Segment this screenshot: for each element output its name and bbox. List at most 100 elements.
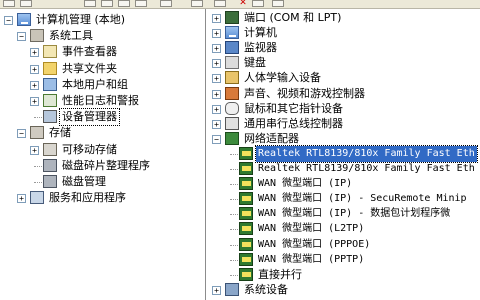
device-wan-ip[interactable]: WAN 微型端口 (IP) xyxy=(206,176,480,192)
expand-icon[interactable]: + xyxy=(212,285,221,295)
tree-item-perf-logs[interactable]: + 性能日志和警报 xyxy=(0,93,205,109)
tree-item-shared-folders[interactable]: + 共享文件夹 xyxy=(0,61,205,77)
tree-item-label: 存储 xyxy=(49,126,71,140)
expand-icon[interactable]: + xyxy=(212,14,221,23)
show-hide-tree-button[interactable] xyxy=(101,0,113,7)
tree-item-removable[interactable]: + 可移动存储 xyxy=(0,142,205,158)
device-nic-1[interactable]: Realtek RTL8139/810x Family Fast Eth xyxy=(206,144,480,163)
update-driver-button[interactable] xyxy=(214,0,226,7)
defrag-icon xyxy=(43,158,57,172)
expand-icon[interactable]: + xyxy=(212,89,221,99)
expand-icon[interactable]: + xyxy=(212,59,221,69)
device-parallel[interactable]: 直接并行 xyxy=(206,267,480,283)
device-label: 系统设备 xyxy=(244,282,288,296)
device-label: WAN 微型端口 (PPPOE) xyxy=(258,238,371,250)
device-label: WAN 微型端口 (IP) - 数据包计划程序微 xyxy=(258,208,451,220)
expand-icon[interactable]: + xyxy=(212,44,221,54)
enable-device-button[interactable] xyxy=(272,0,284,7)
tools-icon xyxy=(30,29,44,43)
nic-icon xyxy=(239,252,253,266)
device-hid[interactable]: + 人体学输入设备 xyxy=(206,70,480,86)
properties-button[interactable] xyxy=(135,0,147,7)
forward-button[interactable] xyxy=(20,0,32,7)
tree-connector xyxy=(230,214,238,216)
expand-icon[interactable]: + xyxy=(212,104,221,114)
back-button[interactable] xyxy=(3,0,15,7)
device-computer[interactable]: + 计算机 xyxy=(206,25,480,41)
device-wan-ip-sched[interactable]: WAN 微型端口 (IP) - 数据包计划程序微 xyxy=(206,206,480,222)
device-usb[interactable]: + 通用串行总线控制器 xyxy=(206,116,480,132)
nic-icon xyxy=(239,237,253,251)
collapse-icon[interactable]: − xyxy=(212,134,221,144)
port-icon xyxy=(225,11,239,24)
hid-icon xyxy=(225,71,239,85)
shared-folder-icon xyxy=(43,61,57,75)
tree-connector xyxy=(230,274,238,276)
device-ports[interactable]: + 端口 (COM 和 LPT) xyxy=(206,10,480,26)
expand-icon[interactable]: + xyxy=(30,97,39,106)
device-label: Realtek RTL8139/810x Family Fast Eth xyxy=(258,163,475,174)
tree-item-label: 磁盘碎片整理程序 xyxy=(62,158,150,172)
tree-item-label: 性能日志和警报 xyxy=(62,94,139,107)
tree-item-device-manager[interactable]: 设备管理器 xyxy=(0,108,205,127)
tree-connector xyxy=(230,244,238,246)
tree-item-local-users[interactable]: + 本地用户和组 xyxy=(0,77,205,93)
device-keyboard[interactable]: + 键盘 xyxy=(206,55,480,71)
export-list-button[interactable] xyxy=(118,0,130,7)
device-monitor[interactable]: + 监视器 xyxy=(206,40,480,56)
tree-item-disk-mgmt[interactable]: 磁盘管理 xyxy=(0,174,205,190)
up-button[interactable] xyxy=(84,0,96,7)
expand-icon[interactable]: + xyxy=(212,29,221,39)
device-sound[interactable]: + 声音、视频和游戏控制器 xyxy=(206,86,480,102)
collapse-icon[interactable]: − xyxy=(17,32,26,42)
nic-icon xyxy=(239,162,253,175)
nic-icon xyxy=(239,267,253,281)
device-tree-pane[interactable]: + 端口 (COM 和 LPT) + 计算机 + 监视器 + 键盘 + 人体学输入设备 + 声音、视频… xyxy=(206,9,480,300)
help-button[interactable] xyxy=(160,0,172,7)
device-manager-icon xyxy=(43,110,57,124)
expand-icon[interactable]: + xyxy=(30,80,39,90)
device-label: 鼠标和其它指针设备 xyxy=(244,101,343,115)
device-wan-ip-secure[interactable]: WAN 微型端口 (IP) - SecuRemote Minip xyxy=(206,191,480,207)
device-label: 键盘 xyxy=(244,56,266,70)
expand-icon[interactable]: + xyxy=(30,48,39,58)
tree-item-services[interactable]: + 服务和应用程序 xyxy=(0,190,205,206)
tree-connector xyxy=(230,169,238,170)
tree-item-label: 共享文件夹 xyxy=(62,61,117,75)
tree-item-label: 磁盘管理 xyxy=(62,175,106,188)
device-wan-l2tp[interactable]: WAN 微型端口 (L2TP) xyxy=(206,221,480,237)
network-adapter-icon xyxy=(225,131,239,145)
device-label: Realtek RTL8139/810x Family Fast Eth xyxy=(255,144,478,163)
computer-icon xyxy=(17,13,31,26)
tree-connector xyxy=(34,165,42,167)
tree-item-system-tools[interactable]: − 系统工具 xyxy=(0,28,205,44)
expand-icon[interactable]: + xyxy=(30,145,39,155)
device-label: 端口 (COM 和 LPT) xyxy=(244,11,342,24)
tree-item-storage[interactable]: − 存储 xyxy=(0,125,205,141)
collapse-icon[interactable]: − xyxy=(4,16,13,25)
expand-icon[interactable]: + xyxy=(30,64,39,74)
device-network[interactable]: − 网络适配器 xyxy=(206,131,480,147)
nic-icon xyxy=(239,222,253,236)
device-mouse[interactable]: + 鼠标和其它指针设备 xyxy=(206,101,480,117)
tree-connector xyxy=(230,184,238,186)
tree-item-root[interactable]: − 计算机管理 (本地) xyxy=(0,12,205,28)
expand-icon[interactable]: + xyxy=(212,74,221,84)
scan-hardware-button[interactable] xyxy=(191,0,203,7)
device-label: 人体学输入设备 xyxy=(244,71,321,85)
expand-icon[interactable]: + xyxy=(17,194,26,204)
device-system-devices[interactable]: + 系统设备 xyxy=(206,282,480,298)
tree-item-label: 本地用户和组 xyxy=(62,77,128,91)
tree-item-defrag[interactable]: 磁盘碎片整理程序 xyxy=(0,158,205,174)
device-wan-pppoe[interactable]: WAN 微型端口 (PPPOE) xyxy=(206,237,480,253)
disable-device-button[interactable] xyxy=(252,0,264,7)
device-nic-2[interactable]: Realtek RTL8139/810x Family Fast Eth xyxy=(206,161,480,177)
tree-item-event-viewer[interactable]: + 事件查看器 xyxy=(0,44,205,60)
nic-icon xyxy=(239,192,253,206)
expand-icon[interactable]: + xyxy=(212,119,221,129)
console-tree-pane[interactable]: − 计算机管理 (本地) − 系统工具 + 事件查看器 + 共享文件夹 + 本地用户和组 + 性能日志… xyxy=(0,9,206,300)
device-wan-pptp[interactable]: WAN 微型端口 (PPTP) xyxy=(206,252,480,268)
collapse-icon[interactable]: − xyxy=(17,129,26,139)
device-label: WAN 微型端口 (IP) - SecuRemote Minip xyxy=(258,193,467,205)
uninstall-icon[interactable]: ✕ xyxy=(238,0,248,8)
